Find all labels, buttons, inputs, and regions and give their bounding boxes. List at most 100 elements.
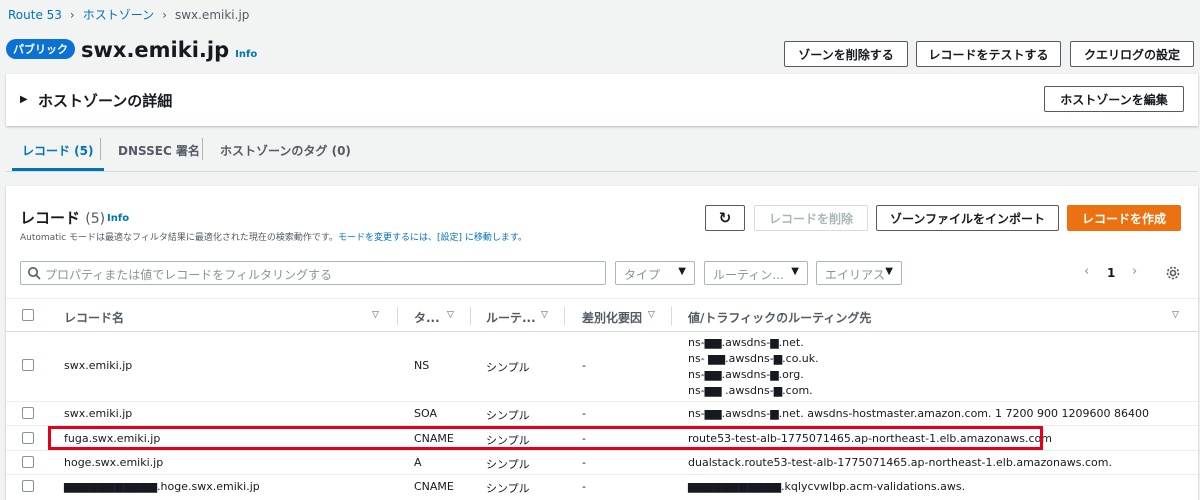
page-header: パブリック swx.emiki.jp Info: [6, 38, 257, 63]
tab-records[interactable]: レコード (5): [22, 142, 94, 159]
records-heading: レコード (5): [20, 207, 105, 228]
records-info-link[interactable]: Info: [107, 213, 129, 224]
col-value[interactable]: 値/トラフィックのルーティング先: [688, 309, 871, 326]
col-differentiator[interactable]: 差別化要因: [582, 309, 642, 326]
search-input[interactable]: プロパティまたは値でレコードをフィルタリングする: [20, 261, 606, 285]
tab-dnssec[interactable]: DNSSEC 署名: [118, 142, 200, 159]
delete-record-button[interactable]: レコードを削除: [754, 205, 868, 231]
column-divider[interactable]: [470, 307, 471, 325]
record-value: dualstack.route53-test-alb-1775071465.ap…: [688, 456, 1112, 469]
caret-down-icon: ▼: [885, 266, 893, 277]
record-name: swx.emiki.jp: [64, 359, 133, 372]
record-differentiator: -: [582, 480, 586, 493]
record-value: ns-▆▆.awsdns-▆.net. awsdns-hostmaster.am…: [688, 407, 1149, 420]
page-title: swx.emiki.jp: [81, 38, 230, 62]
chevron-right-icon: ›: [162, 7, 167, 22]
record-type: CNAME: [414, 480, 454, 493]
hosted-zone-details-panel[interactable]: ▶ ホストゾーンの詳細 ホストゾーンを編集: [6, 74, 1198, 126]
breadcrumb-route53[interactable]: Route 53: [8, 8, 62, 22]
table-row[interactable]: swx.emiki.jp SOA シンプル - ns-▆▆.awsdns-▆.n…: [6, 402, 1198, 426]
test-record-button[interactable]: レコードをテストする: [916, 41, 1061, 67]
breadcrumb: Route 53 › ホストゾーン › swx.emiki.jp: [8, 6, 249, 23]
type-filter-label: タイプ: [624, 268, 661, 282]
table-row[interactable]: swx.emiki.jp NS シンプル - ns-▆▆.awsdns-▆.ne…: [6, 332, 1198, 402]
record-type: A: [414, 456, 422, 469]
row-checkbox[interactable]: [22, 432, 34, 444]
info-link[interactable]: Info: [235, 49, 257, 60]
alias-filter-label: エイリアス: [825, 268, 886, 282]
edit-zone-button[interactable]: ホストゾーンを編集: [1044, 86, 1184, 112]
tab-divider: [202, 138, 203, 160]
delete-zone-button[interactable]: ゾーンを削除する: [784, 41, 908, 67]
caret-down-icon: ▼: [791, 266, 799, 277]
next-page-icon[interactable]: ›: [1132, 264, 1137, 279]
record-value-line: ns-▆▆.awsdns-▆.net.: [688, 336, 804, 349]
table-row[interactable]: hoge.swx.emiki.jp A シンプル - dualstack.rou…: [6, 451, 1198, 475]
highlight-annotation-box: [48, 426, 1043, 450]
table-header: レコード名 ▽ タ... ▽ ルーテ... ▽ 差別化要因 ▽ 値/トラフィック…: [6, 298, 1198, 332]
records-title: レコード: [20, 209, 81, 227]
record-differentiator: -: [582, 359, 586, 372]
tab-bar: レコード (5) DNSSEC 署名 ホストゾーンのタグ (0): [6, 128, 1198, 172]
sort-icon[interactable]: ▽: [541, 310, 548, 320]
record-value-line: ns-▆▆ .awsdns-▆.com.: [688, 384, 813, 397]
select-all-checkbox[interactable]: [22, 309, 34, 321]
record-value-line: ns- ▆▆.awsdns-▆.co.uk.: [688, 352, 819, 365]
col-record-name[interactable]: レコード名: [64, 309, 124, 326]
create-record-button[interactable]: レコードを作成: [1067, 205, 1181, 231]
details-heading[interactable]: ホストゾーンの詳細: [38, 90, 172, 111]
chevron-right-icon: ›: [69, 7, 75, 22]
record-differentiator: -: [582, 456, 586, 469]
records-description: Automatic モードは最適なフィルタ結果に最適化された現在の検索動作です。…: [20, 230, 527, 243]
record-name: hoge.swx.emiki.jp: [64, 456, 164, 469]
row-checkbox[interactable]: [22, 456, 34, 468]
search-placeholder: プロパティまたは値でレコードをフィルタリングする: [45, 268, 333, 282]
row-checkbox[interactable]: [22, 407, 34, 419]
query-log-button[interactable]: クエリログの設定: [1070, 41, 1194, 67]
refresh-button[interactable]: ↻: [705, 205, 745, 231]
search-icon: [28, 267, 41, 280]
routing-filter-select[interactable]: ルーティン... ▼: [704, 261, 808, 285]
description-text: Automatic モードは最適なフィルタ結果に最適化された現在の検索動作です。: [20, 233, 338, 243]
record-name: swx.emiki.jp: [64, 407, 133, 420]
record-value-line: ns-▆▆.awsdns-▆.org.: [688, 368, 804, 381]
column-divider[interactable]: [564, 307, 565, 325]
caret-down-icon: ▼: [678, 266, 686, 277]
settings-link[interactable]: モードを変更するには、[設定] に移動します。: [338, 233, 527, 243]
record-type: NS: [414, 359, 430, 372]
record-routing: シンプル: [486, 361, 530, 374]
sort-icon[interactable]: ▽: [648, 310, 655, 320]
records-count: (5): [85, 211, 106, 227]
caret-right-icon: ▶: [20, 94, 28, 105]
row-checkbox[interactable]: [22, 480, 34, 492]
column-divider[interactable]: [671, 307, 672, 325]
tab-divider: [100, 138, 101, 160]
breadcrumb-current: swx.emiki.jp: [174, 7, 250, 22]
record-values: ns-▆▆.awsdns-▆.net. ns- ▆▆.awsdns-▆.co.u…: [688, 335, 819, 399]
type-filter-select[interactable]: タイプ ▼: [615, 261, 695, 285]
import-zone-file-button[interactable]: ゾーンファイルをインポート: [876, 205, 1059, 231]
record-differentiator: -: [582, 407, 586, 420]
prev-page-icon[interactable]: ‹: [1084, 264, 1089, 279]
page-number[interactable]: 1: [1107, 266, 1115, 280]
routing-filter-label: ルーティン...: [713, 268, 784, 282]
col-routing[interactable]: ルーテ...: [486, 309, 536, 326]
record-value: ▆▆▆▆▆▆▆▆▆▆▆.kqlycvwlbp.acm-validations.a…: [688, 480, 966, 493]
tab-tags[interactable]: ホストゾーンのタグ (0): [220, 142, 351, 159]
table-row[interactable]: ▆▆▆▆▆▆▆▆▆▆▆.hoge.swx.emiki.jp CNAME シンプル…: [6, 475, 1198, 500]
record-name: ▆▆▆▆▆▆▆▆▆▆▆.hoge.swx.emiki.jp: [64, 480, 260, 493]
row-checkbox[interactable]: [22, 359, 34, 371]
breadcrumb-hosted-zones[interactable]: ホストゾーン: [83, 6, 154, 23]
sort-icon[interactable]: ▽: [447, 310, 454, 320]
active-tab-indicator: [12, 168, 104, 171]
col-type[interactable]: タ...: [414, 309, 440, 326]
record-routing: シンプル: [486, 458, 530, 471]
record-type: SOA: [414, 407, 437, 420]
sort-icon[interactable]: ▽: [372, 310, 379, 320]
record-routing: シンプル: [486, 409, 530, 422]
settings-gear-icon[interactable]: [1165, 265, 1181, 281]
records-panel: レコード (5) Info Automatic モードは最適なフィルタ結果に最適…: [6, 186, 1198, 500]
column-divider[interactable]: [397, 307, 398, 325]
alias-filter-select[interactable]: エイリアス ▼: [816, 261, 902, 285]
sort-icon[interactable]: ▽: [1172, 310, 1179, 320]
